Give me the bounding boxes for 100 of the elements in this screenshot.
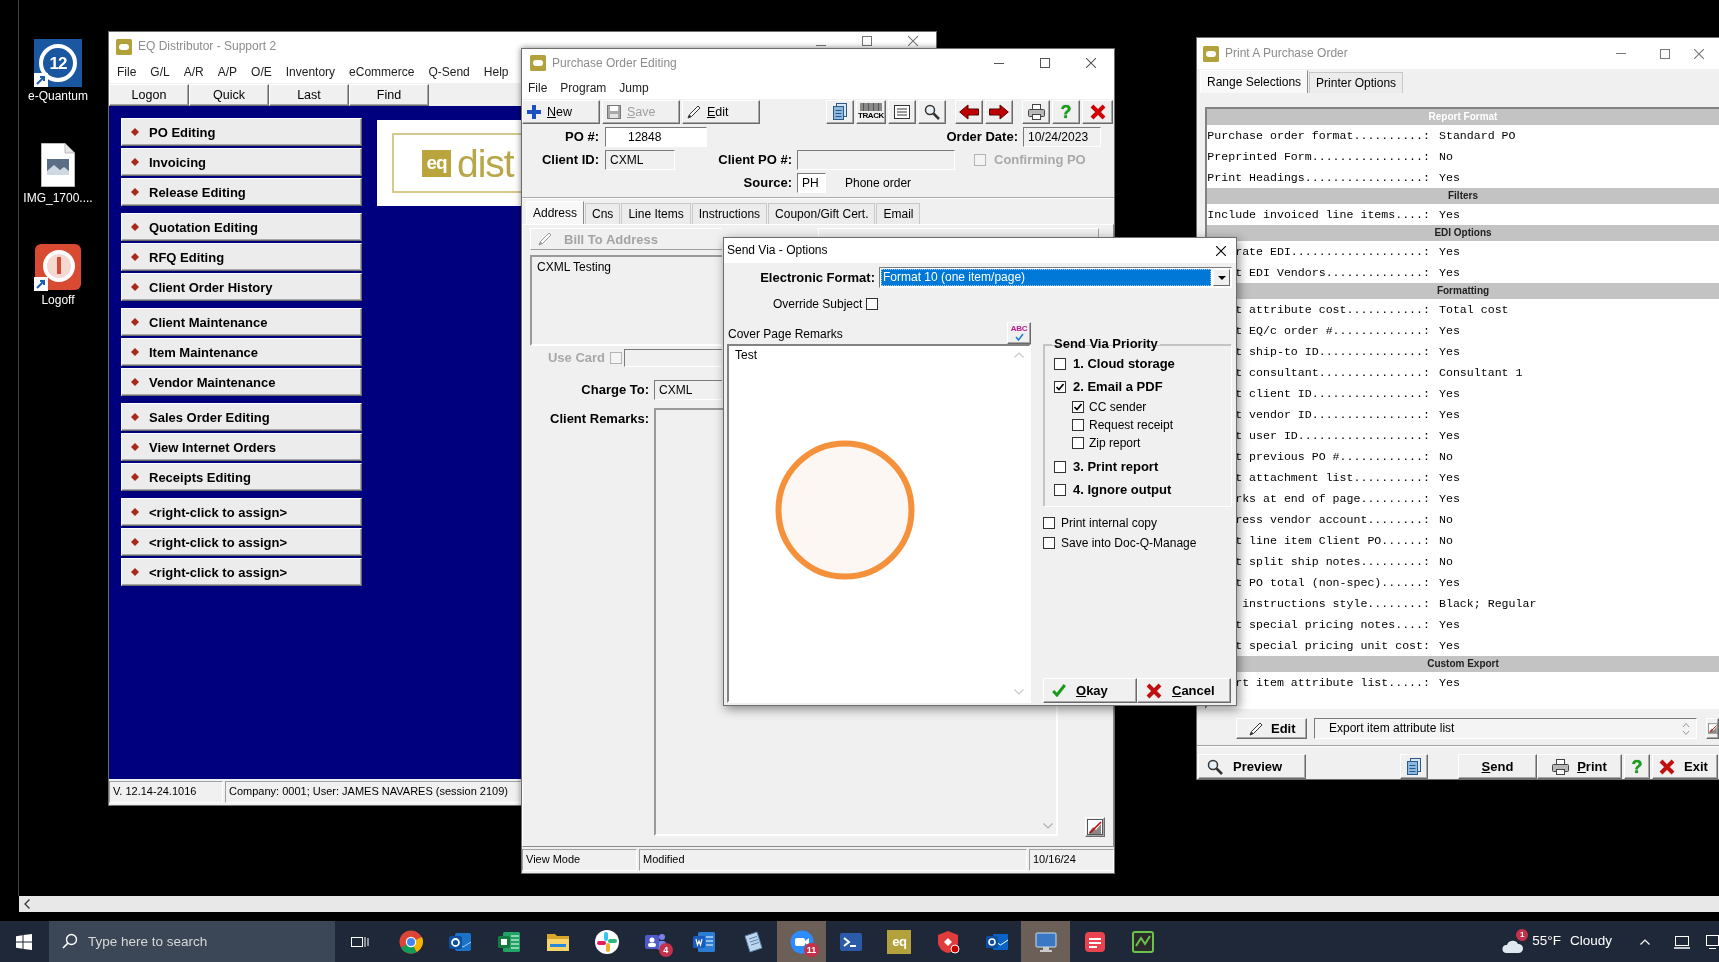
checkbox[interactable]	[1054, 484, 1066, 496]
back-button[interactable]	[955, 99, 983, 124]
toolbar-button[interactable]: Logon	[109, 84, 189, 106]
checkbox[interactable]	[1054, 461, 1066, 473]
shortcut-button[interactable]: Sales Order Editing	[121, 403, 362, 431]
print-button[interactable]: Print	[1537, 754, 1622, 779]
image-button[interactable]	[1085, 817, 1105, 837]
image-button[interactable]	[1706, 718, 1719, 739]
shortcut-button[interactable]: <right-click to assign>	[121, 498, 362, 526]
card-field[interactable]	[624, 349, 722, 367]
checkbox[interactable]	[1072, 419, 1084, 431]
exit-button[interactable]: Exit	[1652, 754, 1718, 779]
shortcut-button[interactable]: <right-click to assign>	[121, 528, 362, 556]
edit-button[interactable]: Edit	[682, 99, 760, 124]
menu-item[interactable]: File	[528, 80, 548, 96]
edit-button[interactable]: Edit	[1236, 718, 1307, 739]
spell-check-button[interactable]: ABC	[1007, 322, 1031, 344]
menu-item[interactable]: Help	[483, 64, 509, 80]
tab[interactable]: Email	[876, 203, 921, 224]
shortcut-button[interactable]: Receipts Editing	[121, 463, 362, 491]
setting-value: No	[1439, 149, 1453, 164]
toolbar-button[interactable]: Last	[269, 84, 349, 106]
checkbox[interactable]	[1054, 381, 1066, 393]
checkbox-label[interactable]: 3. Print report	[1073, 459, 1159, 475]
checkbox-label[interactable]: Request receipt	[1089, 417, 1174, 433]
setting-value: Yes	[1439, 617, 1460, 632]
cancel-button[interactable]: Cancel	[1137, 678, 1231, 703]
toolbar-button[interactable]: Quick	[189, 84, 269, 106]
shortcut-button[interactable]: Vendor Maintenance	[121, 368, 362, 396]
shortcut-button[interactable]: Client Maintenance	[121, 308, 362, 336]
shortcut-button[interactable]: Item Maintenance	[121, 338, 362, 366]
preview-button[interactable]: Preview	[1198, 754, 1306, 779]
toolbar-button[interactable]: Find	[349, 84, 429, 106]
list-button[interactable]	[888, 99, 916, 124]
tab[interactable]: Address	[526, 201, 585, 224]
checkbox-label[interactable]: CC sender	[1089, 399, 1147, 415]
client-po-field[interactable]	[797, 150, 955, 170]
checkbox-label[interactable]: 1. Cloud storage	[1073, 356, 1175, 372]
shortcut-button[interactable]: View Internet Orders	[121, 433, 362, 461]
horizontal-scrollbar[interactable]	[19, 896, 1719, 912]
checkbox-label[interactable]: 2. Email a PDF	[1073, 379, 1163, 395]
tab[interactable]: Cns	[585, 203, 621, 224]
checkbox[interactable]	[866, 298, 879, 310]
menu-item[interactable]: Jump	[619, 80, 649, 96]
checkbox-label[interactable]: 4. Ignore output	[1073, 482, 1172, 498]
menu-item[interactable]: A/R	[183, 64, 204, 80]
chevron-up-icon[interactable]	[1640, 938, 1650, 945]
format-dropdown[interactable]: Format 10 (one item/page)	[879, 267, 1232, 288]
laptop-icon[interactable]	[1674, 934, 1690, 949]
copy-button[interactable]	[826, 99, 854, 124]
menu-item[interactable]: A/P	[217, 64, 238, 80]
checkbox-label[interactable]: Zip report	[1089, 435, 1141, 451]
tab[interactable]: Coupon/Gift Cert.	[768, 203, 876, 224]
new-button[interactable]: New	[522, 99, 600, 124]
checkbox[interactable]	[1072, 401, 1084, 413]
tab[interactable]: Printer Options	[1309, 72, 1404, 93]
shortcut-button[interactable]: RFQ Editing	[121, 243, 362, 271]
charge-to-field[interactable]: CXML	[654, 380, 722, 400]
checkbox-label[interactable]: Print internal copy	[1061, 515, 1158, 531]
search-field[interactable]: Type here to search	[49, 921, 335, 962]
checkbox[interactable]	[1072, 437, 1084, 449]
shortcut-button[interactable]: Release Editing	[121, 178, 362, 206]
image-file-icon[interactable]	[41, 143, 75, 187]
display-icon[interactable]	[1706, 934, 1719, 949]
menu-item[interactable]: eCommerce	[349, 64, 415, 80]
shortcut-button[interactable]: <right-click to assign>	[121, 558, 362, 586]
menu-item[interactable]: Inventory	[285, 64, 336, 80]
copy-button[interactable]	[1400, 754, 1428, 779]
checkbox[interactable]	[1054, 358, 1066, 370]
shortcut-button[interactable]: Client Order History	[121, 273, 362, 301]
tab[interactable]: Instructions	[691, 203, 768, 224]
forward-button[interactable]	[985, 99, 1013, 124]
shortcut-button[interactable]: PO Editing	[121, 118, 362, 146]
po-number-field[interactable]: 12848	[605, 127, 707, 147]
menu-item[interactable]: File	[117, 64, 137, 80]
setting-field[interactable]: Export item attribute list	[1314, 718, 1697, 739]
checkbox[interactable]	[1043, 537, 1055, 549]
okay-button[interactable]: Okay	[1043, 678, 1137, 703]
source-field[interactable]: PH	[797, 173, 826, 193]
shortcut-button[interactable]: Quotation Editing	[121, 213, 362, 241]
client-id-field[interactable]: CXML	[605, 150, 675, 170]
taskbar-button[interactable]: 11	[777, 921, 827, 962]
order-date-field[interactable]: 10/24/2023	[1023, 127, 1101, 147]
menu-item[interactable]: G/L	[150, 64, 170, 80]
search-button[interactable]	[918, 99, 946, 124]
checkbox-label[interactable]: Save into Doc-Q-Manage	[1061, 535, 1197, 551]
checkbox-label[interactable]: Override Subject	[773, 296, 863, 312]
power-icon[interactable]	[34, 243, 82, 291]
print-button[interactable]	[1022, 99, 1050, 124]
menu-item[interactable]: Q-Send	[428, 64, 470, 80]
send-button[interactable]: Send	[1458, 754, 1537, 779]
checkbox[interactable]	[1043, 517, 1055, 529]
tab[interactable]: Line Items	[621, 203, 691, 224]
menu-item[interactable]: O/E	[251, 64, 272, 80]
menu-item[interactable]: Program	[560, 80, 607, 96]
tab[interactable]: Range Selections	[1200, 70, 1309, 93]
track-button[interactable]: TRACK	[856, 99, 886, 124]
shortcut-button[interactable]: Invoicing	[121, 148, 362, 176]
remarks-textarea[interactable]: Test	[727, 344, 1031, 703]
taskbar-button[interactable]: 4	[631, 921, 680, 962]
